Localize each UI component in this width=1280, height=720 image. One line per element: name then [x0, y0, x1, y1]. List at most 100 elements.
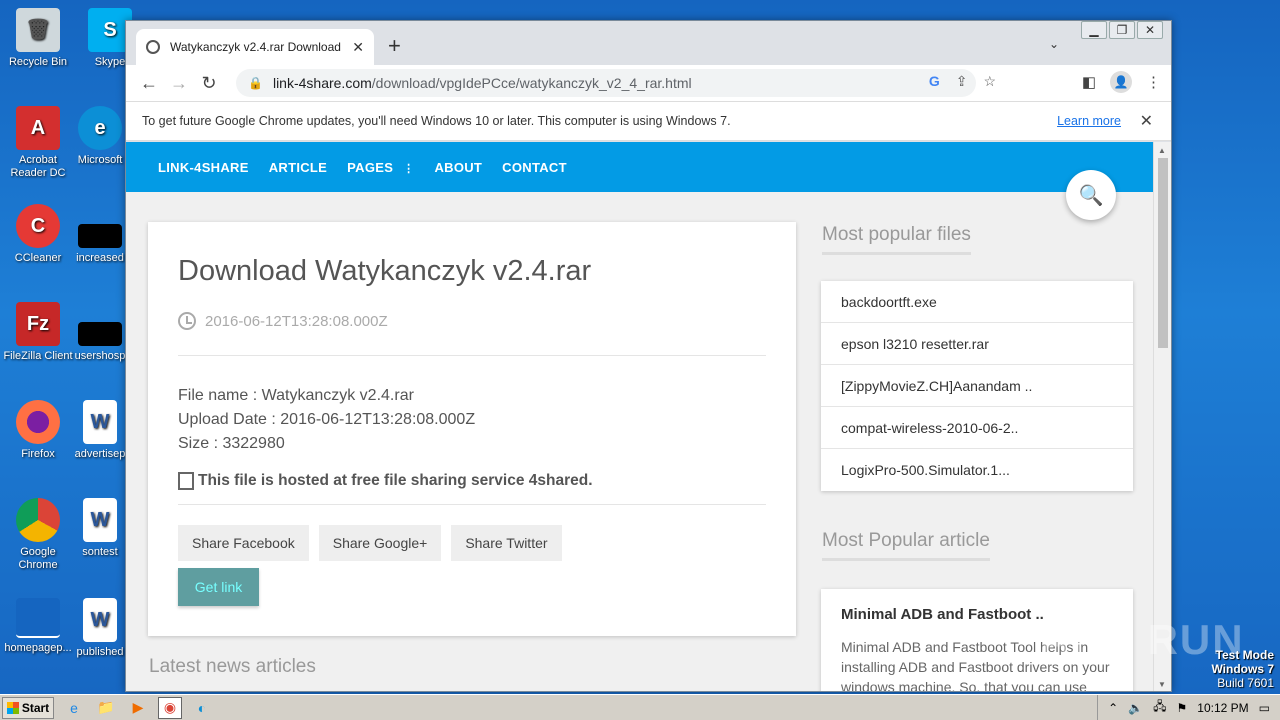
close-infobar-icon[interactable]: ✕ — [1140, 111, 1153, 131]
file-explorer-icon[interactable]: 📁 — [94, 697, 118, 719]
clock-icon — [178, 312, 196, 330]
get-link-button[interactable]: Get link — [178, 568, 259, 606]
list-item[interactable]: LogixPro-500.Simulator.1... — [821, 449, 1133, 491]
chrome-update-infobar: To get future Google Chrome updates, you… — [126, 101, 1171, 141]
address-bar[interactable]: 🔒 link-4share.com/download/vpgIdePCce/wa… — [236, 69, 976, 97]
windows-logo-icon — [6, 701, 19, 714]
internet-explorer-icon[interactable]: e — [62, 697, 86, 719]
download-card: Download Watykanczyk v2.4.rar 2016-06-12… — [148, 222, 796, 636]
file-icon — [78, 224, 122, 248]
latest-news-heading: Latest news articles — [149, 656, 316, 677]
nav-link-home[interactable]: LINK-4SHARE — [158, 160, 249, 175]
file-icon — [78, 322, 122, 346]
word-doc-icon: W — [83, 400, 117, 444]
upload-date: 2016-06-12T13:28:08.000Z — [205, 312, 388, 330]
list-item[interactable]: compat-wireless-2010-06-2.. — [821, 407, 1133, 449]
file-name: File name : Watykanczyk v2.4.rar — [178, 387, 414, 404]
forward-button[interactable]: → — [164, 68, 194, 98]
share-icon[interactable]: ⇪ — [956, 73, 968, 90]
desktop-icon-label: CCleaner — [14, 252, 62, 264]
back-button[interactable]: ← — [134, 68, 164, 98]
ccleaner-icon: C — [16, 204, 60, 248]
page-scrollbar[interactable]: ▲ ▼ — [1153, 142, 1171, 691]
learn-more-link[interactable]: Learn more — [1057, 114, 1121, 128]
menu-kebab-icon[interactable]: ⋮ — [1146, 73, 1161, 91]
hosted-text: This file is hosted at free file sharing… — [198, 472, 593, 489]
tray-expand-icon[interactable]: ⌃ — [1108, 701, 1118, 715]
system-tray: ⌃ 🔈 🖧 ⚑ 10:12 PM ▭ — [1097, 695, 1280, 720]
volume-icon[interactable]: 🔈 — [1128, 701, 1143, 715]
file-meta: File name : Watykanczyk v2.4.rar Upload … — [178, 384, 475, 456]
show-desktop-icon[interactable]: ▭ — [1259, 701, 1270, 715]
close-tab-icon[interactable]: ✕ — [352, 39, 364, 56]
chrome-taskbar-icon[interactable]: ◉ — [158, 696, 182, 719]
tab-search-chevron-icon[interactable]: ⌄ — [1049, 37, 1059, 51]
desktop-icon-label: increased — [76, 252, 124, 264]
new-tab-button[interactable]: + — [388, 33, 401, 59]
popular-files-heading: Most popular files — [822, 224, 971, 255]
desktop-icon-label: usershosp — [74, 350, 126, 362]
clock[interactable]: 10:12 PM — [1197, 701, 1248, 715]
nav-link-article[interactable]: ARTICLE — [269, 160, 327, 175]
list-item[interactable]: epson l3210 resetter.rar — [821, 323, 1133, 365]
page-title: Download Watykanczyk v2.4.rar — [178, 255, 592, 287]
divider — [178, 355, 766, 356]
action-center-flag-icon[interactable]: ⚑ — [1177, 701, 1188, 715]
globe-icon — [146, 40, 160, 54]
restore-button[interactable]: ❐ — [1109, 21, 1135, 39]
scroll-up-icon[interactable]: ▲ — [1158, 146, 1166, 155]
bookmark-star-icon[interactable]: ☆ — [983, 73, 996, 90]
browser-tab[interactable]: Watykanczyk v2.4.rar Download - Li ✕ — [136, 29, 374, 65]
tab-bar: Watykanczyk v2.4.rar Download - Li ✕ + ⌄… — [126, 21, 1171, 65]
popular-files-list: backdoortft.exe epson l3210 resetter.rar… — [821, 281, 1133, 491]
filezilla-icon: Fz — [16, 302, 60, 346]
hosted-note: This file is hosted at free file sharing… — [178, 472, 593, 490]
share-twitter-button[interactable]: Share Twitter — [451, 525, 562, 561]
start-button[interactable]: Start — [2, 696, 54, 719]
side-panel-icon[interactable]: ◧ — [1082, 73, 1096, 91]
infobar-message: To get future Google Chrome updates, you… — [142, 114, 731, 128]
nav-link-contact[interactable]: CONTACT — [502, 160, 567, 175]
desktop-icon-label: Firefox — [21, 448, 55, 460]
google-translate-icon[interactable]: G — [929, 73, 940, 90]
test-mode-line-1: Test Mode — [1215, 648, 1274, 662]
firefox-icon — [16, 400, 60, 444]
taskbar: Start e 📁 ▶ ◉ ◐ ⌃ 🔈 🖧 ⚑ 10:12 PM ▭ — [0, 694, 1280, 720]
search-button[interactable]: 🔍 — [1066, 170, 1116, 220]
nav-pages-label: PAGES — [347, 159, 394, 175]
share-google-plus-button[interactable]: Share Google+ — [318, 525, 442, 561]
desktop-icon-label: Microsoft — [77, 154, 123, 166]
desktop-icon-label: Recycle Bin — [8, 56, 68, 68]
test-mode-line-2: Windows 7 — [1211, 662, 1274, 676]
browser-window: Watykanczyk v2.4.rar Download - Li ✕ + ⌄… — [125, 20, 1172, 692]
nav-link-about[interactable]: ABOUT — [434, 160, 482, 175]
scroll-down-icon[interactable]: ▼ — [1158, 680, 1166, 689]
test-mode-line-3: Build 7601 — [1217, 676, 1274, 690]
desktop-icon-label: Google Chrome — [18, 546, 58, 571]
media-player-icon[interactable]: ▶ — [126, 697, 150, 719]
nav-link-pages[interactable]: PAGES ⋮ — [347, 160, 414, 175]
copy-icon — [178, 472, 194, 490]
desktop-icon-label: published — [76, 646, 124, 658]
search-icon: 🔍 — [1078, 184, 1104, 207]
scroll-thumb[interactable] — [1158, 158, 1168, 348]
profile-avatar-icon[interactable]: 👤 — [1110, 71, 1132, 93]
desktop-icon-label: Acrobat Reader DC — [10, 154, 66, 179]
start-label: Start — [21, 700, 50, 715]
list-item[interactable]: backdoortft.exe — [821, 281, 1133, 323]
desktop-icon-label: sontest — [82, 546, 118, 558]
browser-toolbar: ← → ↻ 🔒 link-4share.com/download/vpgIdeP… — [126, 65, 1171, 101]
share-facebook-button[interactable]: Share Facebook — [178, 525, 309, 561]
address-bar-actions: G ⇪ ☆ — [929, 73, 996, 90]
reload-button[interactable]: ↻ — [194, 68, 224, 98]
minimize-button[interactable]: ▁ — [1081, 21, 1107, 39]
lock-icon[interactable]: 🔒 — [248, 76, 263, 90]
divider — [178, 504, 766, 505]
close-window-button[interactable]: ✕ — [1137, 21, 1163, 39]
word-doc-icon: W — [83, 598, 117, 642]
desktop-icon-recycle-bin[interactable]: 🗑 Recycle Bin — [0, 8, 76, 69]
edge-taskbar-icon[interactable]: ◐ — [190, 697, 214, 719]
test-mode-notice: Test Mode Windows 7 Build 7601 — [1211, 648, 1274, 690]
list-item[interactable]: [ZippyMovieZ.CH]Aanandam .. — [821, 365, 1133, 407]
network-icon[interactable]: 🖧 — [1153, 697, 1166, 718]
